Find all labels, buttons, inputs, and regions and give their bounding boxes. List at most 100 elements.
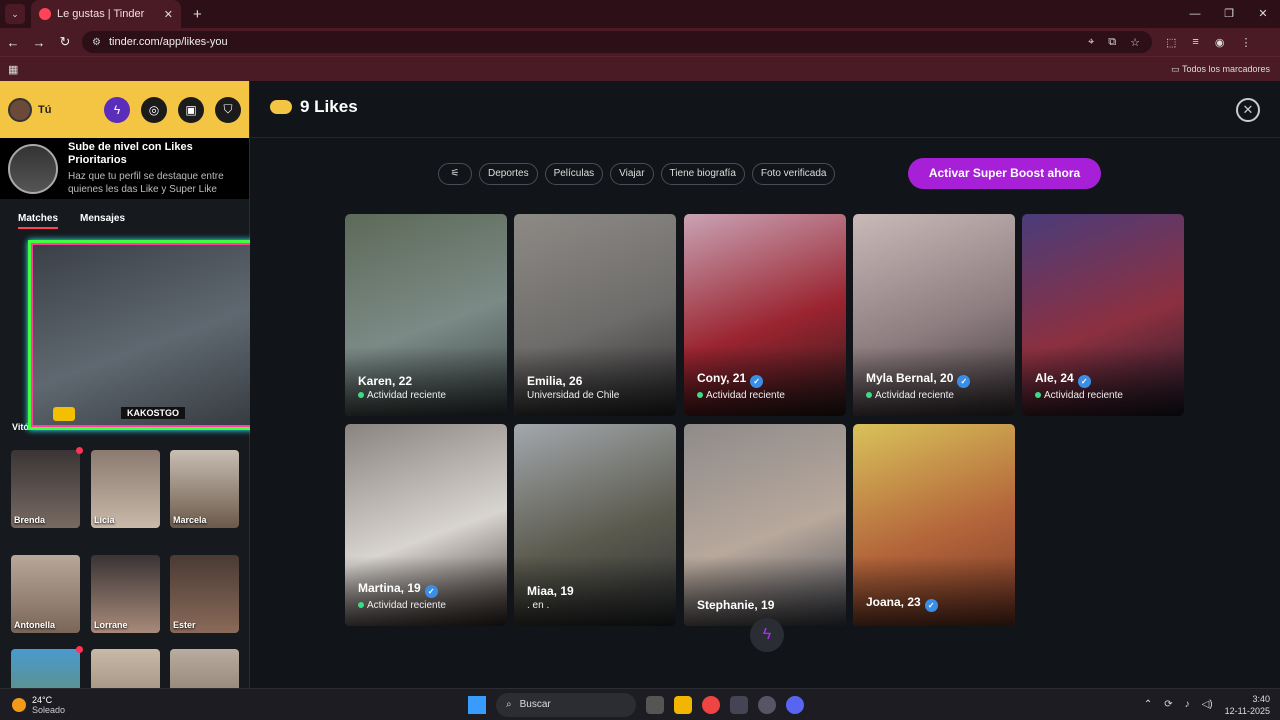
restore-button[interactable]: ❐ xyxy=(1212,0,1246,28)
promo-banner[interactable]: Sube de nivel con Likes Prioritarios Haz… xyxy=(0,138,249,199)
like-card[interactable]: Cony, 21 ✓ Actividad reciente xyxy=(684,214,846,416)
likes-icon xyxy=(270,100,292,114)
url-text: tinder.com/app/likes-you xyxy=(108,36,228,48)
reload-button[interactable]: ↻ xyxy=(52,34,78,50)
like-card[interactable]: Ale, 24 ✓ Actividad reciente xyxy=(1022,214,1184,416)
menu-icon[interactable]: ⋮ xyxy=(1240,36,1251,49)
verified-badge-icon: ✓ xyxy=(424,585,438,598)
extensions-icon[interactable]: ⬚ xyxy=(1166,36,1176,49)
taskbar-search[interactable]: ⌕ Buscar xyxy=(496,692,636,717)
card-name: Karen, 22 xyxy=(358,374,412,388)
filter-bar: ⚟ Deportes Películas Viajar Tiene biogra… xyxy=(438,163,836,185)
url-field[interactable]: ⚙ tinder.com/app/likes-you ⌖ ⧉ ☆ xyxy=(82,31,1152,53)
youtube-icon xyxy=(53,407,75,421)
task-view-icon[interactable] xyxy=(646,695,664,714)
page-title: 9 Likes xyxy=(270,97,358,117)
browser-tab[interactable]: Le gustas | Tinder ✕ xyxy=(31,0,181,28)
match-card-antonella[interactable]: Antonella xyxy=(11,555,80,633)
like-card[interactable]: Emilia, 26 Universidad de Chile xyxy=(514,214,676,416)
card-name-text: Miaa, 19 xyxy=(527,584,574,598)
me-label[interactable]: Tú xyxy=(38,104,51,116)
sync-icon[interactable]: ⟳ xyxy=(1164,699,1172,710)
tab-title: Le gustas | Tinder xyxy=(57,8,145,20)
sidebar-tabs: Matches Mensajes xyxy=(0,199,249,229)
tab-search-button[interactable]: ⌄ xyxy=(5,4,25,24)
discord-icon[interactable] xyxy=(786,695,804,714)
window-controls: — ❐ ✕ xyxy=(1178,0,1280,28)
match-card-lorrane[interactable]: Lorrane xyxy=(91,555,160,633)
new-tab-button[interactable]: + xyxy=(193,6,202,23)
close-icon[interactable]: ✕ xyxy=(1236,98,1260,122)
like-card[interactable]: Martina, 19 ✓ Actividad reciente xyxy=(345,424,507,626)
boost-bolt-button[interactable]: ϟ xyxy=(750,618,784,652)
explore-icon[interactable]: ◎ xyxy=(141,96,167,123)
card-name: Martina, 19 ✓ xyxy=(358,581,438,598)
app-icon[interactable] xyxy=(730,695,748,714)
close-window-button[interactable]: ✕ xyxy=(1246,0,1280,28)
location-icon[interactable]: ⌖ xyxy=(1088,36,1094,49)
site-info-icon[interactable]: ⚙ xyxy=(92,37,101,48)
forward-button[interactable]: → xyxy=(26,35,52,50)
speaker-icon[interactable]: ◁) xyxy=(1202,699,1213,710)
boost-icon[interactable]: ϟ xyxy=(104,96,130,123)
start-button[interactable] xyxy=(468,695,486,714)
like-card[interactable]: Karen, 22 Actividad reciente xyxy=(345,214,507,416)
card-status: Universidad de Chile xyxy=(527,390,620,401)
app-icon[interactable] xyxy=(758,695,776,714)
filter-chip-foto-verificada[interactable]: Foto verificada xyxy=(751,163,836,185)
match-label: Antonella xyxy=(14,620,56,630)
card-name-text: Ale, 24 xyxy=(1035,371,1074,385)
apps-grid-icon[interactable]: ▦ xyxy=(8,63,18,76)
filter-chip-biografia[interactable]: Tiene biografía xyxy=(660,163,745,185)
filter-chip-peliculas[interactable]: Películas xyxy=(544,163,604,185)
match-label: Lorrane xyxy=(94,620,128,630)
search-icon: ⌕ xyxy=(506,699,512,710)
like-card[interactable]: Myla Bernal, 20 ✓ Actividad reciente xyxy=(853,214,1015,416)
minimize-button[interactable]: — xyxy=(1178,0,1212,28)
match-card-ester[interactable]: Ester xyxy=(170,555,239,633)
shield-icon[interactable]: ⛉ xyxy=(215,96,241,123)
match-card[interactable] xyxy=(11,649,80,688)
chevron-up-icon[interactable]: ⌃ xyxy=(1144,699,1152,710)
promo-description: Haz que tu perfil se destaque entre quie… xyxy=(68,171,224,195)
avatar[interactable] xyxy=(8,97,32,122)
card-name: Joana, 23 ✓ xyxy=(866,595,938,612)
card-name: Myla Bernal, 20 ✓ xyxy=(866,371,971,388)
all-bookmarks-label: Todos los marcadores xyxy=(1181,63,1270,74)
match-card-brenda[interactable]: Brenda xyxy=(11,450,80,528)
bookmark-star-icon[interactable]: ☆ xyxy=(1130,36,1140,49)
new-dot xyxy=(76,447,83,454)
card-name-text: Emilia, 26 xyxy=(527,374,583,388)
divider xyxy=(250,137,1280,138)
file-explorer-icon[interactable] xyxy=(674,695,692,714)
all-bookmarks[interactable]: ▭ Todos los marcadores xyxy=(1171,64,1270,75)
card-name-text: Stephanie, 19 xyxy=(697,598,775,612)
profile-icon[interactable]: ◉ xyxy=(1215,36,1225,49)
match-card-marcela[interactable]: Marcela xyxy=(170,450,239,528)
clock[interactable]: 3:40 12-11-2025 xyxy=(1225,693,1270,717)
chrome-icon[interactable] xyxy=(702,695,720,714)
tab-matches[interactable]: Matches xyxy=(18,213,59,229)
close-tab-icon[interactable]: ✕ xyxy=(164,8,173,21)
like-card[interactable]: Stephanie, 19 xyxy=(684,424,846,626)
install-icon[interactable]: ⧉ xyxy=(1108,36,1116,49)
match-card[interactable] xyxy=(91,649,160,688)
media-icon[interactable]: ≡ xyxy=(1192,36,1198,49)
back-button[interactable]: ← xyxy=(0,35,26,50)
sun-icon xyxy=(12,697,26,712)
browser-tabbar: ⌄ Le gustas | Tinder ✕ + — ❐ ✕ xyxy=(0,0,1280,28)
filter-settings-icon[interactable]: ⚟ xyxy=(438,163,472,185)
weather-widget[interactable]: 24°C Soleado xyxy=(12,695,65,715)
microphone-icon[interactable]: ♪ xyxy=(1185,699,1190,710)
filter-chip-viajar[interactable]: Viajar xyxy=(610,163,654,185)
filter-chip-deportes[interactable]: Deportes xyxy=(479,163,538,185)
tab-messages[interactable]: Mensajes xyxy=(80,213,125,229)
super-boost-button[interactable]: Activar Super Boost ahora xyxy=(908,158,1101,189)
briefcase-icon[interactable]: ▣ xyxy=(178,96,204,123)
promo-avatar xyxy=(8,143,58,194)
like-card[interactable]: Miaa, 19 . en . xyxy=(514,424,676,626)
match-card[interactable] xyxy=(170,649,239,688)
match-card-licia[interactable]: Lícia xyxy=(91,450,160,528)
card-shade xyxy=(684,556,846,626)
like-card[interactable]: Joana, 23 ✓ xyxy=(853,424,1015,626)
